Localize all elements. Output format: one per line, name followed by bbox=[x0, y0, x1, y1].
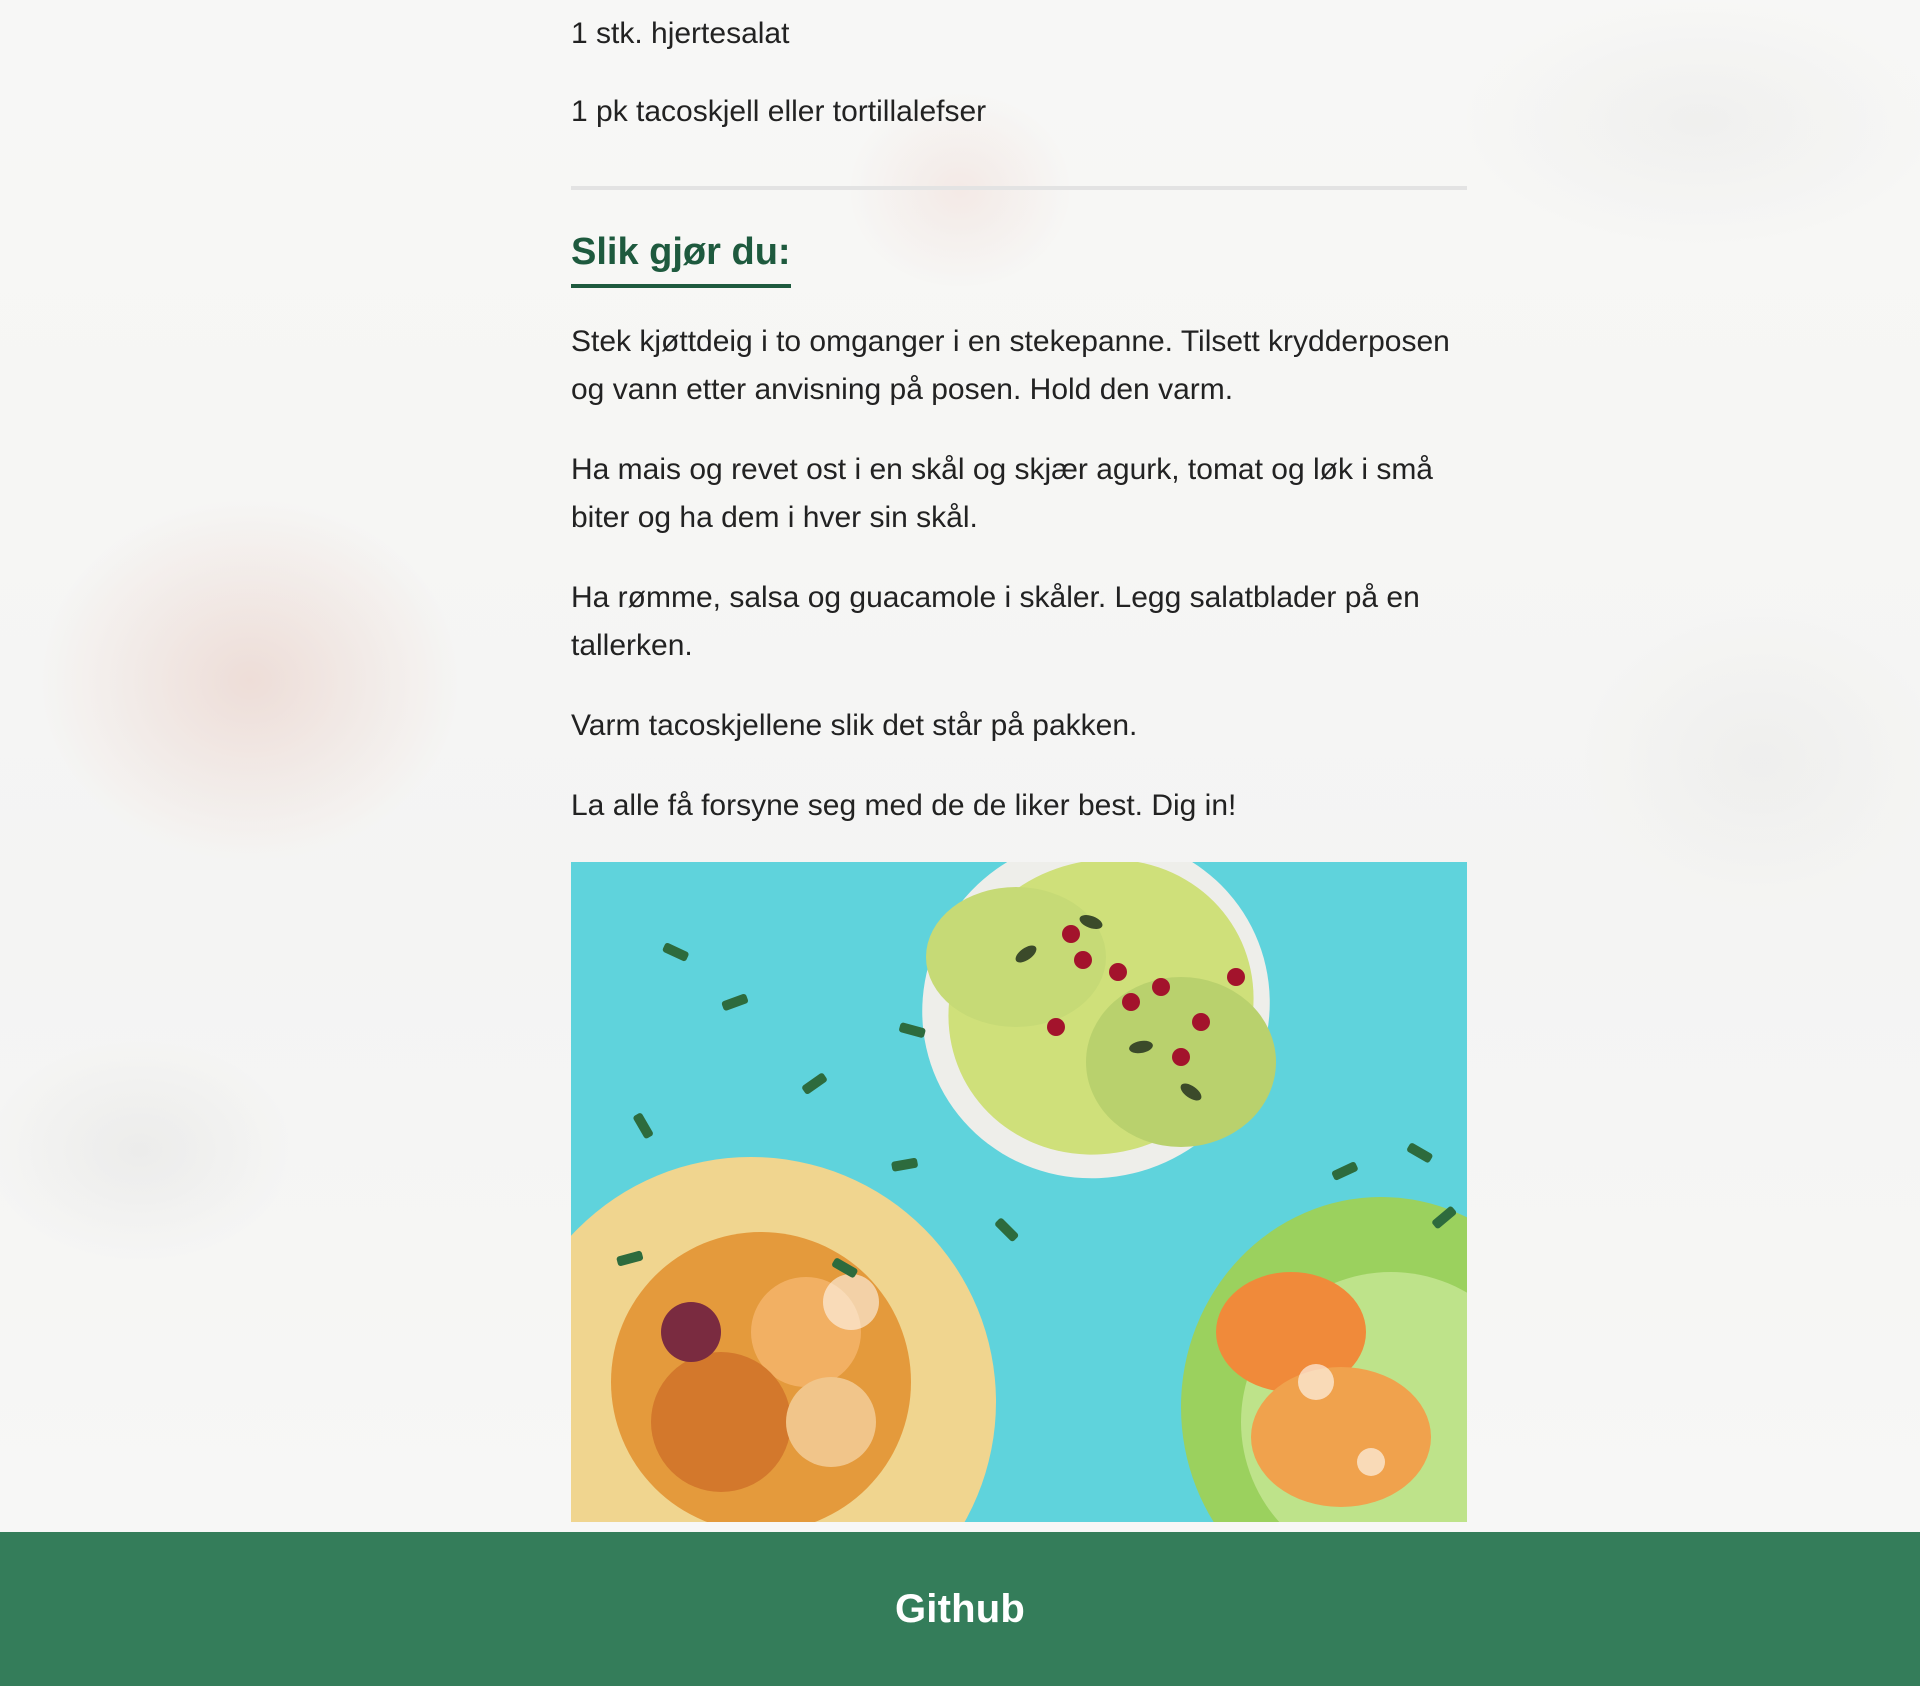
section-divider bbox=[571, 186, 1467, 190]
method-step: Ha rømme, salsa og guacamole i skåler. L… bbox=[571, 581, 1420, 662]
method-steps: Stek kjøttdeig i to omganger i en stekep… bbox=[571, 318, 1467, 830]
method-step: Varm tacoskjellene slik det står på pakk… bbox=[571, 709, 1138, 742]
method-step: La alle få forsyne seg med de de liker b… bbox=[571, 789, 1237, 822]
github-link[interactable]: Github bbox=[895, 1589, 1025, 1629]
left-taco bbox=[571, 1157, 996, 1522]
method-step: Ha mais og revet ost i en skål og skjær … bbox=[571, 453, 1433, 534]
right-lettuce-taco bbox=[1181, 1197, 1467, 1522]
ingredients-list: 1 stk. hjertesalat 1 pk tacoskjell eller… bbox=[571, 10, 1467, 136]
method-step: Stek kjøttdeig i to omganger i en stekep… bbox=[571, 325, 1450, 406]
taco-photo-illustration bbox=[571, 862, 1467, 1522]
ingredient-item: 1 pk tacoskjell eller tortillalefser bbox=[571, 95, 987, 128]
taco-photo bbox=[571, 862, 1467, 1522]
ingredient-item: 1 stk. hjertesalat bbox=[571, 17, 790, 50]
recipe-content: 1 stk. hjertesalat 1 pk tacoskjell eller… bbox=[571, 0, 1467, 1522]
method-heading: Slik gjør du: bbox=[571, 230, 791, 288]
footer-bar: Github bbox=[0, 1532, 1920, 1686]
